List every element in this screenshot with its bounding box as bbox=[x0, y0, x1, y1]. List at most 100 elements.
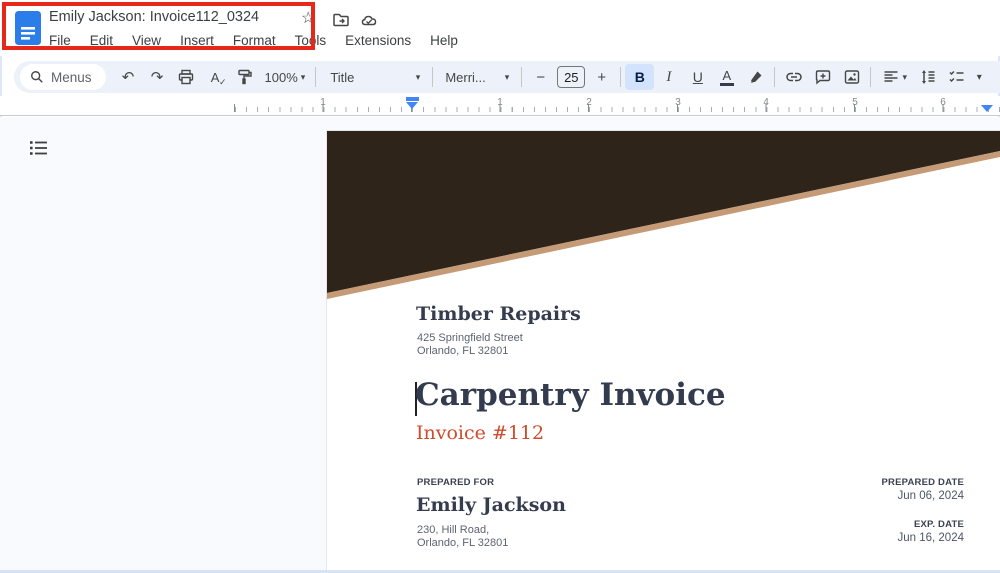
ruler-number: 4 bbox=[763, 97, 769, 108]
document-page[interactable]: Timber Repairs 425 Springfield Street Or… bbox=[327, 131, 1000, 573]
menu-tools[interactable]: Tools bbox=[293, 32, 329, 49]
menus-search[interactable]: Menus bbox=[20, 64, 106, 90]
prepared-date-label: PREPARED DATE bbox=[882, 477, 964, 488]
menu-view[interactable]: View bbox=[130, 32, 163, 49]
paragraph-style-dropdown[interactable]: Title ▾ bbox=[320, 70, 428, 85]
menu-extensions[interactable]: Extensions bbox=[343, 32, 413, 49]
highlighter-icon bbox=[747, 68, 765, 86]
first-line-indent-marker[interactable] bbox=[406, 97, 419, 101]
spellcheck-check: ✓ bbox=[219, 77, 227, 88]
chevron-down-icon: ▾ bbox=[505, 72, 510, 83]
star-icon[interactable]: ☆ bbox=[301, 8, 315, 28]
toolbar-separator bbox=[521, 67, 522, 87]
chevron-down-icon: ▾ bbox=[301, 72, 306, 83]
menu-bar: File Edit View Insert Format Tools Exten… bbox=[47, 32, 460, 49]
prepared-for-label: PREPARED FOR bbox=[417, 477, 494, 488]
company-address: 425 Springfield Street Orlando, FL 32801 bbox=[417, 332, 523, 358]
text-color-button[interactable]: A bbox=[712, 64, 741, 90]
right-indent-marker[interactable] bbox=[981, 105, 993, 112]
paint-roller-icon bbox=[235, 68, 253, 86]
toolbar-separator bbox=[774, 67, 775, 87]
paint-format-button[interactable] bbox=[230, 64, 259, 90]
ruler-number: 5 bbox=[852, 97, 858, 108]
company-name: Timber Repairs bbox=[416, 303, 581, 325]
ruler-number: 1 bbox=[320, 97, 326, 108]
toolbar-separator bbox=[432, 67, 433, 87]
document-title[interactable]: Emily Jackson: Invoice112_0324 bbox=[49, 9, 259, 25]
horizontal-ruler[interactable]: 1 1 2 3 4 5 6 bbox=[0, 96, 1000, 116]
toolbar-separator bbox=[870, 67, 871, 87]
print-button[interactable] bbox=[172, 64, 201, 90]
exp-date-value: Jun 16, 2024 bbox=[897, 532, 964, 544]
prepared-date-block: PREPARED DATE Jun 06, 2024 bbox=[882, 477, 964, 502]
invoice-title: Carpentry Invoice bbox=[415, 377, 726, 413]
toolbar-separator bbox=[620, 67, 621, 87]
line-spacing-button[interactable] bbox=[913, 64, 942, 90]
ruler-major-ticks bbox=[234, 104, 1000, 112]
bold-button[interactable]: B bbox=[625, 64, 654, 90]
align-left-icon bbox=[882, 68, 900, 86]
client-address-line2: Orlando, FL 32801 bbox=[417, 537, 508, 550]
exp-date-label: EXP. DATE bbox=[897, 519, 964, 530]
image-icon bbox=[843, 68, 861, 86]
menu-file[interactable]: File bbox=[47, 32, 73, 49]
decrease-font-size-button[interactable]: − bbox=[526, 64, 555, 90]
increase-font-size-button[interactable]: + bbox=[587, 64, 616, 90]
menus-search-label: Menus bbox=[51, 70, 92, 85]
highlight-button[interactable] bbox=[741, 64, 770, 90]
toolbar: Menus ↶ ↷ A ✓ 100% ▾ Title ▾ Merri bbox=[14, 61, 1000, 93]
checklist-button[interactable] bbox=[942, 64, 971, 90]
menu-edit[interactable]: Edit bbox=[88, 32, 115, 49]
search-icon bbox=[30, 70, 44, 84]
align-dropdown[interactable]: ▾ bbox=[875, 64, 913, 90]
exp-date-block: EXP. DATE Jun 16, 2024 bbox=[897, 519, 964, 544]
left-indent-marker[interactable] bbox=[406, 102, 418, 109]
document-area: Timber Repairs 425 Springfield Street Or… bbox=[0, 117, 1000, 573]
invoice-number: Invoice #112 bbox=[416, 422, 544, 444]
menu-insert[interactable]: Insert bbox=[178, 32, 216, 49]
toolbar-more-dropdown[interactable]: ▾ bbox=[971, 64, 987, 90]
ruler-number: 1 bbox=[497, 97, 503, 108]
client-address-line1: 230, Hill Road, bbox=[417, 524, 508, 537]
chevron-down-icon: ▾ bbox=[903, 72, 908, 83]
titlebar: Emily Jackson: Invoice112_0324 ☆ File Ed… bbox=[0, 0, 1000, 56]
font-value: Merri... bbox=[445, 70, 485, 85]
document-outline-icon[interactable] bbox=[29, 139, 48, 157]
redo-button[interactable]: ↷ bbox=[143, 64, 172, 90]
italic-button[interactable]: I bbox=[654, 64, 683, 90]
company-address-line2: Orlando, FL 32801 bbox=[417, 345, 523, 358]
cloud-saved-icon[interactable] bbox=[360, 11, 378, 29]
prepared-date-value: Jun 06, 2024 bbox=[882, 490, 964, 502]
zoom-control[interactable]: 100% ▾ bbox=[259, 70, 312, 85]
text-color-swatch bbox=[720, 83, 734, 86]
checklist-icon bbox=[948, 68, 966, 86]
ruler-number: 2 bbox=[586, 97, 592, 108]
toolbar-separator bbox=[315, 67, 316, 87]
add-comment-button[interactable] bbox=[808, 64, 837, 90]
insert-link-button[interactable] bbox=[779, 64, 808, 90]
chevron-down-icon: ▾ bbox=[416, 72, 421, 83]
zoom-value: 100% bbox=[265, 70, 298, 85]
print-icon bbox=[177, 68, 195, 86]
font-family-dropdown[interactable]: Merri... ▾ bbox=[437, 70, 517, 85]
google-docs-icon[interactable] bbox=[15, 11, 41, 45]
ruler-number: 6 bbox=[940, 97, 946, 108]
insert-image-button[interactable] bbox=[837, 64, 866, 90]
text-color-label: A bbox=[722, 69, 731, 82]
comment-icon bbox=[814, 68, 832, 86]
client-name: Emily Jackson bbox=[416, 494, 566, 516]
underline-button[interactable]: U bbox=[683, 64, 712, 90]
invoice-banner-graphic bbox=[327, 131, 1000, 303]
undo-button[interactable]: ↶ bbox=[114, 64, 143, 90]
link-icon bbox=[785, 68, 803, 86]
company-address-line1: 425 Springfield Street bbox=[417, 332, 523, 345]
style-value: Title bbox=[330, 70, 354, 85]
move-folder-icon[interactable] bbox=[332, 11, 350, 29]
spellcheck-button[interactable]: A ✓ bbox=[201, 64, 230, 90]
client-address: 230, Hill Road, Orlando, FL 32801 bbox=[417, 524, 508, 550]
menu-format[interactable]: Format bbox=[231, 32, 278, 49]
font-size-input[interactable]: 25 bbox=[557, 66, 585, 88]
ruler-number: 3 bbox=[675, 97, 681, 108]
line-spacing-icon bbox=[919, 68, 937, 86]
menu-help[interactable]: Help bbox=[428, 32, 460, 49]
